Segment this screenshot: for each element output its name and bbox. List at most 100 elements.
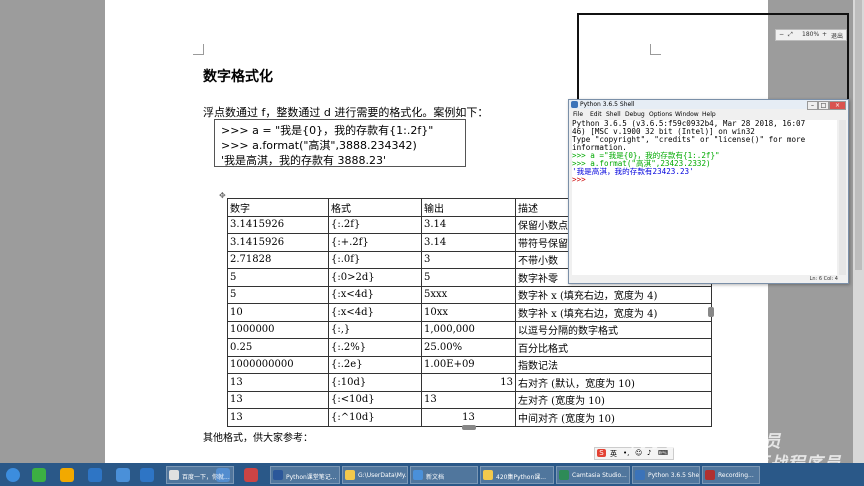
table-row: 13 {:<10d} 13 左对齐 (宽度为 10) [227, 390, 712, 409]
window-app-icon [169, 470, 179, 480]
table-cell: 13 [421, 408, 516, 427]
menu-options[interactable]: Options [649, 111, 672, 118]
table-row: 10 {:x<4d} 10xx 数字补 x (填充右边，宽度为 4) [227, 303, 712, 322]
table-cell: 以逗号分隔的数字格式 [515, 320, 712, 339]
taskbar-window-button[interactable]: G:\UserData\My... [342, 466, 408, 484]
table-resize-handle[interactable] [462, 425, 476, 430]
shell-titlebar[interactable]: Python 3.6.5 Shell – □ × [569, 100, 848, 110]
table-cell: 右对齐 (默认，宽度为 10) [515, 373, 712, 392]
pinned-app-icon[interactable] [60, 468, 74, 482]
ime-logo-icon: S [597, 449, 606, 457]
console-line: '我是高淇，我的存款有23423.23' [572, 167, 694, 176]
ime-punct-icon[interactable]: •, [623, 449, 629, 457]
code-example-box: >>> a = "我是{0}，我的存款有{1:.2f}" >>> a.forma… [214, 119, 466, 167]
table-cell: 10 [227, 303, 329, 322]
table-cell: 13 [227, 390, 329, 409]
table-cell: 13 [227, 373, 329, 392]
taskbar-window-button[interactable]: Python课堂笔记... [270, 466, 340, 484]
table-cell: 1000000000 [227, 355, 329, 374]
menu-edit[interactable]: Edit [590, 111, 602, 118]
shell-scrollbar[interactable] [839, 120, 846, 275]
table-cell: 3.1415926 [227, 233, 329, 252]
document-scrollbar-thumb[interactable] [855, 0, 862, 270]
table-cell: 5xxx [421, 285, 516, 304]
table-row: 1000000 {:,} 1,000,000 以逗号分隔的数字格式 [227, 320, 712, 339]
table-header-cell: 格式 [328, 198, 422, 217]
table-move-handle-icon[interactable]: ✥ [219, 191, 226, 200]
console-line: >>> [572, 175, 586, 184]
table-row: 1000000000 {:.2e} 1.00E+09 指数记法 [227, 355, 712, 374]
taskbar-window-button[interactable]: 新文档 [410, 466, 478, 484]
pinned-app-icon[interactable] [32, 468, 46, 482]
table-cell: {:.2%} [328, 338, 422, 357]
table-resize-handle[interactable] [708, 307, 714, 317]
document-footer-text: 其他格式，供大家参考： [203, 433, 313, 444]
shell-menubar: File Edit Shell Debug Options Window Hel… [569, 110, 848, 119]
table-cell: {:<10d} [328, 390, 422, 409]
table-row: 13 {:^10d} 13 中间对齐 (宽度为 10) [227, 408, 712, 427]
page-corner-mark [193, 44, 204, 55]
document-heading: 数字格式化 [203, 69, 273, 85]
window-app-icon [345, 470, 355, 480]
minimize-button[interactable]: – [807, 101, 818, 110]
maximize-button[interactable]: □ [818, 101, 829, 110]
close-button[interactable]: × [829, 101, 846, 110]
table-header-cell: 输出 [421, 198, 516, 217]
start-button[interactable] [6, 468, 20, 482]
taskbar-window-label: 百度一下，你就... [182, 474, 230, 481]
menu-file[interactable]: File [573, 111, 583, 118]
table-cell: {:.2e} [328, 355, 422, 374]
ime-mode-label[interactable]: 英 [610, 449, 617, 459]
window-app-icon [413, 470, 423, 480]
window-app-icon [483, 470, 493, 480]
window-app-icon [273, 470, 283, 480]
pinned-app-icon[interactable] [244, 468, 258, 482]
table-cell: 指数记法 [515, 355, 712, 374]
taskbar-window-label: Recording... [718, 472, 754, 479]
table-cell: {:+.2f} [328, 233, 422, 252]
taskbar-window-button[interactable]: Recording... [702, 466, 760, 484]
table-cell: {:.2f} [328, 215, 422, 234]
table-row: 0.25 {:.2%} 25.00% 百分比格式 [227, 338, 712, 357]
menu-shell[interactable]: Shell [606, 111, 621, 118]
taskbar-window-label: Camtasia Studio... [572, 472, 627, 479]
table-cell: 3 [421, 250, 516, 269]
workspace-left [0, 0, 105, 463]
table-cell: 0.25 [227, 338, 329, 357]
table-cell: 数字补 x (填充右边，宽度为 4) [515, 285, 712, 304]
taskbar-window-label: 420集Python课... [496, 474, 546, 481]
menu-window[interactable]: Window [675, 111, 699, 118]
table-cell: 1,000,000 [421, 320, 516, 339]
shell-console[interactable]: Python 3.6.5 (v3.6.5:f59c0932b4, Mar 28 … [572, 120, 837, 275]
table-cell: {:.0f} [328, 250, 422, 269]
code-line: >>> a = "我是{0}，我的存款有{1:.2f}" [221, 124, 434, 137]
taskbar-window-button[interactable]: Python 3.6.5 Shell [632, 466, 700, 484]
table-cell: 3.14 [421, 233, 516, 252]
table-row: 5 {:x<4d} 5xxx 数字补 x (填充右边，宽度为 4) [227, 285, 712, 304]
table-cell: {:x<4d} [328, 285, 422, 304]
table-cell: 5 [421, 268, 516, 287]
taskbar-window-button[interactable]: 百度一下，你就... [166, 466, 234, 484]
table-cell: 2.71828 [227, 250, 329, 269]
pinned-app-icon[interactable] [88, 468, 102, 482]
table-row: 13 {:10d} 13 右对齐 (默认，宽度为 10) [227, 373, 712, 392]
taskbar-window-button[interactable]: 420集Python课... [480, 466, 554, 484]
menu-debug[interactable]: Debug [625, 111, 645, 118]
table-cell: {:^10d} [328, 408, 422, 427]
table-cell: {:,} [328, 320, 422, 339]
taskbar-window-label: G:\UserData\My... [358, 472, 408, 479]
table-cell: 10xx [421, 303, 516, 322]
menu-help[interactable]: Help [702, 111, 716, 118]
python-shell-window[interactable]: Python 3.6.5 Shell – □ × File Edit Shell… [568, 99, 849, 284]
table-cell: 5 [227, 268, 329, 287]
table-cell: {:0>2d} [328, 268, 422, 287]
document-intro-text: 浮点数通过 f，整数通过 d 进行需要的格式化。案例如下： [203, 106, 489, 119]
pinned-app-icon[interactable] [116, 468, 130, 482]
taskbar-window-label: 新文档 [426, 474, 445, 481]
table-cell: 中间对齐 (宽度为 10) [515, 408, 712, 427]
window-app-icon [635, 470, 645, 480]
table-cell: 百分比格式 [515, 338, 712, 357]
table-cell: 3.14 [421, 215, 516, 234]
taskbar-window-button[interactable]: Camtasia Studio... [556, 466, 630, 484]
pinned-app-icon[interactable] [140, 468, 154, 482]
